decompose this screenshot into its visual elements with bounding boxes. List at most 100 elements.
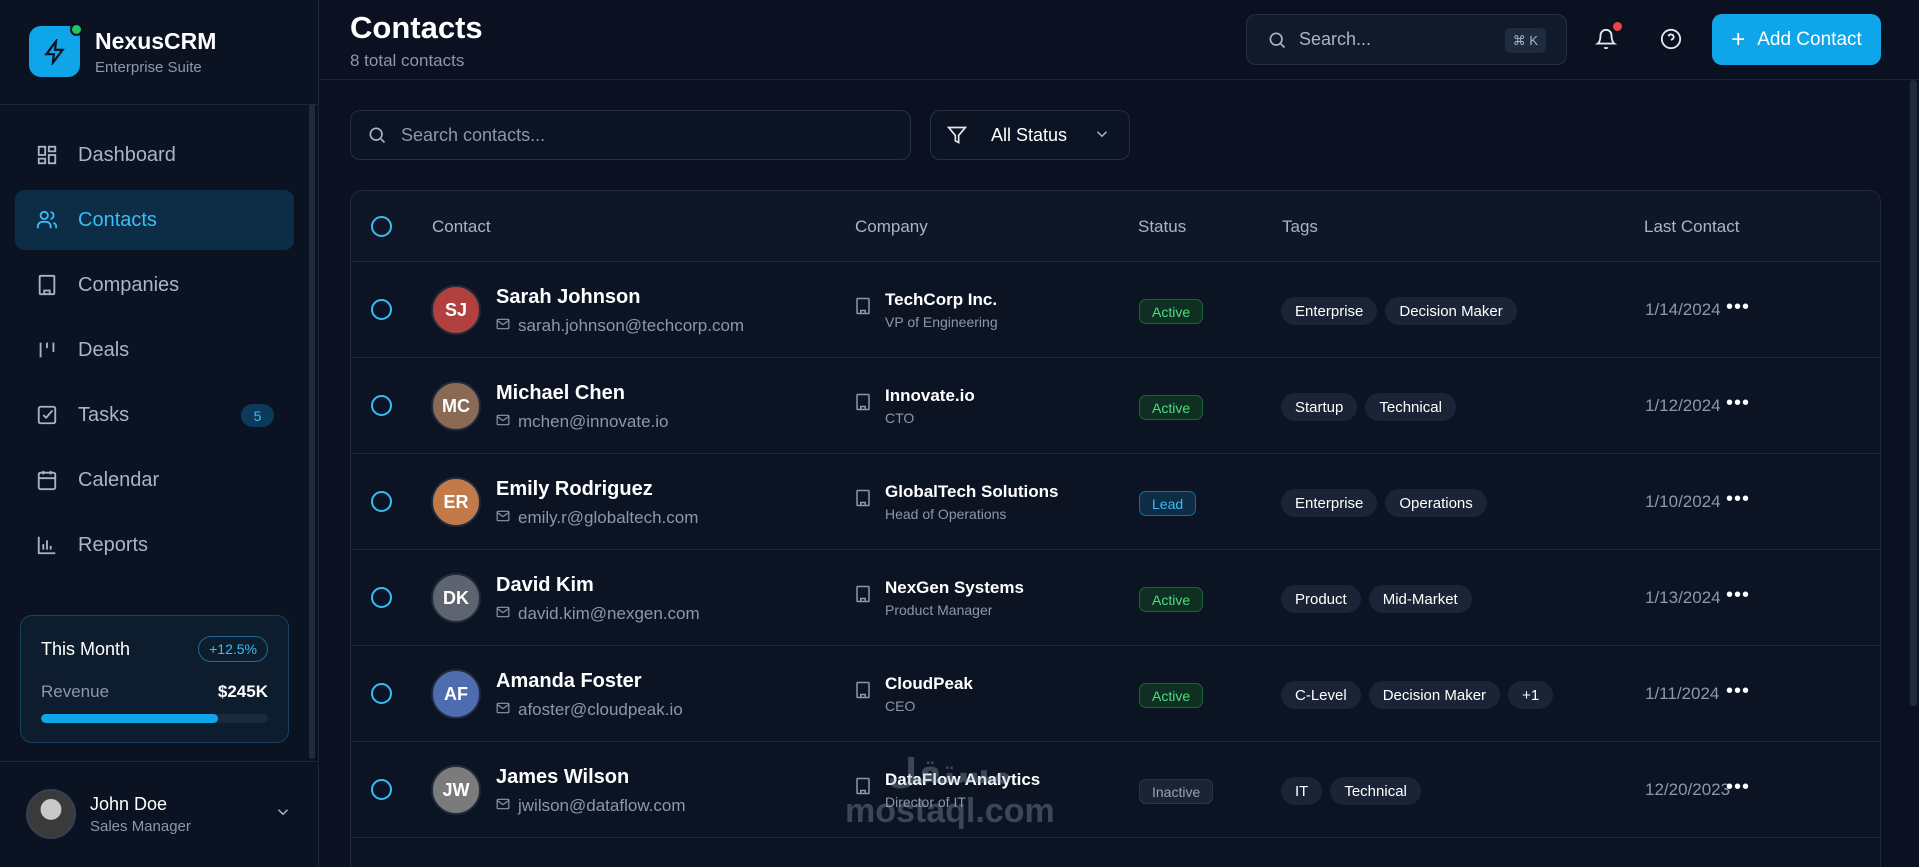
global-search-input[interactable] (1299, 29, 1489, 50)
status-badge: Active (1139, 587, 1204, 612)
table-row[interactable]: JW James Wilson jwilson@dataflow.com Dat… (351, 742, 1880, 838)
more-options-icon[interactable]: ••• (1723, 580, 1753, 610)
contacts-search[interactable] (350, 110, 911, 160)
change-badge: +12.5% (198, 636, 268, 662)
contacts-search-input[interactable] (401, 124, 881, 146)
tag: Startup (1281, 393, 1358, 421)
sidebar-item-dashboard[interactable]: Dashboard (15, 125, 294, 185)
sidebar-item-contacts[interactable]: Contacts (15, 190, 294, 250)
status-badge: Active (1139, 683, 1204, 708)
contact-name[interactable]: David Kim (496, 574, 594, 597)
sidebar-item-reports[interactable]: Reports (15, 515, 294, 575)
row-checkbox[interactable] (371, 491, 392, 512)
avatar: SJ (431, 285, 481, 335)
contact-email[interactable]: afoster@cloudpeak.io (496, 700, 683, 720)
table-row[interactable]: DK David Kim david.kim@nexgen.com NexGen… (351, 550, 1880, 646)
company-name: NexGen Systems (885, 578, 1024, 597)
tag: Mid-Market (1368, 585, 1472, 613)
contact-name[interactable]: James Wilson (496, 766, 629, 789)
more-options-icon[interactable]: ••• (1723, 484, 1753, 514)
revenue-progress-bar (41, 714, 268, 723)
deals-icon (35, 338, 59, 362)
row-checkbox[interactable] (371, 683, 392, 704)
brand[interactable]: NexusCRM Enterprise Suite (29, 23, 216, 77)
plus-icon: + (1731, 25, 1746, 53)
top-header: Contacts 8 total contacts ⌘ K + Add Cont… (320, 0, 1919, 80)
building-icon (854, 297, 872, 320)
avatar: MC (431, 381, 481, 431)
column-header-company[interactable]: Company (855, 217, 928, 237)
email-text: emily.r@globaltech.com (518, 508, 699, 527)
help-icon[interactable] (1658, 26, 1684, 52)
table-row[interactable]: ER Emily Rodriguez emily.r@globaltech.co… (351, 454, 1880, 550)
sidebar-item-companies[interactable]: Companies (15, 255, 294, 315)
divider (0, 104, 319, 105)
add-contact-button[interactable]: + Add Contact (1712, 14, 1881, 65)
row-checkbox[interactable] (371, 299, 392, 320)
email-text: david.kim@nexgen.com (518, 604, 700, 623)
sidebar: NexusCRM Enterprise Suite Dashboard Cont… (0, 0, 319, 867)
calendar-icon (35, 468, 59, 492)
shortcut-hint: ⌘ K (1504, 28, 1546, 53)
job-title: CEO (885, 698, 916, 714)
building-icon (854, 393, 872, 416)
company-name: CloudPeak (885, 674, 973, 693)
contact-name[interactable]: Emily Rodriguez (496, 478, 653, 501)
last-contact-date: 12/20/2023 (1645, 780, 1731, 799)
contact-email[interactable]: david.kim@nexgen.com (496, 604, 700, 624)
tag: +1 (1508, 681, 1554, 709)
job-title: VP of Engineering (885, 314, 998, 330)
status-badge: Active (1139, 395, 1204, 420)
brand-subtitle: Enterprise Suite (95, 58, 202, 76)
sidebar-item-label: Companies (78, 273, 180, 296)
sidebar-item-label: Tasks (78, 403, 130, 426)
sidebar-item-tasks[interactable]: Tasks 5 (15, 385, 294, 445)
status-filter-select[interactable]: All Status (930, 110, 1130, 160)
contact-name[interactable]: Michael Chen (496, 382, 625, 405)
mail-icon (496, 508, 510, 528)
sidebar-item-deals[interactable]: Deals (15, 320, 294, 380)
month-summary-card: This Month +12.5% Revenue $245K (20, 615, 289, 743)
more-options-icon[interactable]: ••• (1723, 292, 1753, 322)
sidebar-scrollbar[interactable] (309, 104, 315, 759)
contact-email[interactable]: jwilson@dataflow.com (496, 796, 686, 816)
contact-email[interactable]: emily.r@globaltech.com (496, 508, 698, 528)
table-row[interactable]: AF Amanda Foster afoster@cloudpeak.io Cl… (351, 646, 1880, 742)
user-profile[interactable]: John Doe Sales Manager (26, 789, 292, 839)
tags-list: Enterprise Decision Maker (1281, 297, 1525, 325)
contact-email[interactable]: sarah.johnson@techcorp.com (496, 316, 744, 336)
row-checkbox[interactable] (371, 395, 392, 416)
table-row[interactable]: MC Michael Chen mchen@innovate.io Innova… (351, 358, 1880, 454)
contact-name[interactable]: Amanda Foster (496, 670, 642, 693)
column-header-tags[interactable]: Tags (1282, 217, 1318, 237)
select-all-checkbox[interactable] (371, 216, 392, 237)
chevron-down-icon[interactable] (274, 803, 292, 826)
tags-list: IT Technical (1281, 777, 1429, 805)
global-search[interactable]: ⌘ K (1246, 14, 1567, 65)
main-scrollbar[interactable] (1910, 80, 1917, 706)
page-title: Contacts (350, 10, 483, 45)
more-options-icon[interactable]: ••• (1723, 772, 1753, 802)
column-header-last-contact[interactable]: Last Contact (1644, 217, 1739, 237)
more-options-icon[interactable]: ••• (1723, 676, 1753, 706)
status-filter-value: All Status (991, 124, 1068, 145)
tag: Enterprise (1281, 489, 1378, 517)
dashboard-icon (35, 143, 59, 167)
contact-name[interactable]: Sarah Johnson (496, 286, 640, 309)
search-icon (369, 127, 386, 144)
avatar (26, 789, 76, 839)
contact-email[interactable]: mchen@innovate.io (496, 412, 669, 432)
tasks-badge: 5 (241, 404, 274, 427)
brand-logo (29, 23, 83, 77)
revenue-label: Revenue (41, 682, 110, 701)
table-row[interactable]: SJ Sarah Johnson sarah.johnson@techcorp.… (351, 262, 1880, 358)
more-options-icon[interactable]: ••• (1723, 388, 1753, 418)
column-header-contact[interactable]: Contact (432, 217, 491, 237)
row-checkbox[interactable] (371, 779, 392, 800)
mail-icon (496, 316, 510, 336)
bell-icon[interactable] (1593, 22, 1622, 52)
sidebar-item-label: Dashboard (78, 143, 176, 166)
column-header-status[interactable]: Status (1138, 217, 1186, 237)
sidebar-item-calendar[interactable]: Calendar (15, 450, 294, 510)
row-checkbox[interactable] (371, 587, 392, 608)
